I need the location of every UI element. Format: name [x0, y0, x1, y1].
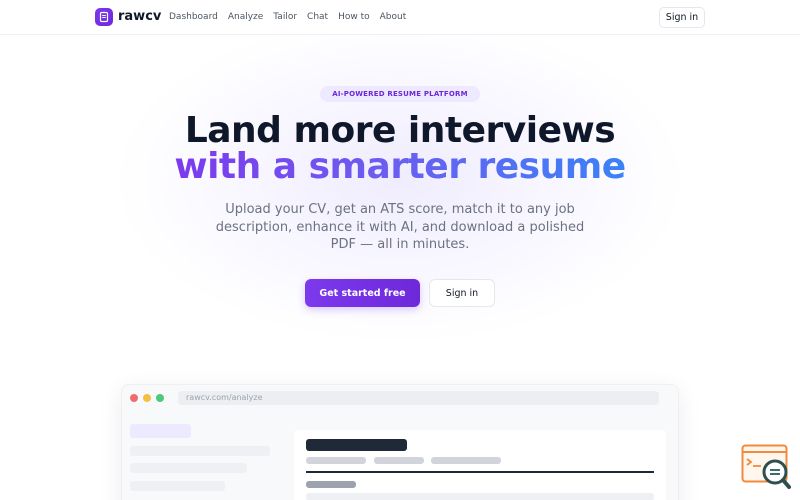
get-started-button[interactable]: Get started free: [305, 279, 420, 307]
nav-link-about[interactable]: About: [380, 12, 407, 22]
preview-sidebar-item: [130, 446, 270, 456]
preview-resume-meta: [374, 457, 424, 464]
preview-url-bar: rawcv.com/analyze: [178, 391, 659, 405]
search-document-icon[interactable]: [741, 444, 791, 490]
headline-gradient-text: with a smarter resume: [174, 146, 626, 187]
nav-link-chat[interactable]: Chat: [307, 12, 328, 22]
nav-signin-button[interactable]: Sign in: [659, 7, 705, 28]
nav-link-analyze[interactable]: Analyze: [228, 12, 263, 22]
preview-divider: [306, 471, 654, 473]
maximize-dot-icon: [156, 394, 164, 402]
close-dot-icon: [130, 394, 138, 402]
preview-resume-meta: [306, 457, 366, 464]
brand-name[interactable]: rawcv: [118, 9, 161, 24]
hero-signin-button[interactable]: Sign in: [429, 279, 495, 307]
minimize-dot-icon: [143, 394, 151, 402]
headline-line-2: with a smarter resume: [0, 148, 800, 186]
nav-links: Dashboard Analyze Tailor Chat How to Abo…: [169, 12, 406, 22]
logo-document-icon[interactable]: [95, 8, 113, 26]
hero-badge: AI-POWERED RESUME PLATFORM: [320, 86, 480, 102]
preview-sidebar-active-item: [130, 424, 191, 438]
preview-resume-meta: [431, 457, 501, 464]
hero-subtitle: Upload your CV, get an ATS score, match …: [215, 202, 585, 252]
preview-section-heading: [306, 481, 356, 488]
nav-link-tailor[interactable]: Tailor: [273, 12, 297, 22]
nav-link-dashboard[interactable]: Dashboard: [169, 12, 218, 22]
top-navbar: rawcv Dashboard Analyze Tailor Chat How …: [0, 0, 800, 35]
headline-line-1: Land more interviews: [184, 110, 616, 151]
preview-resume-name: [306, 439, 407, 451]
nav-link-how-to[interactable]: How to: [338, 12, 370, 22]
preview-text-line: [306, 493, 654, 500]
preview-sidebar-item: [130, 481, 225, 491]
preview-sidebar-item: [130, 463, 247, 473]
